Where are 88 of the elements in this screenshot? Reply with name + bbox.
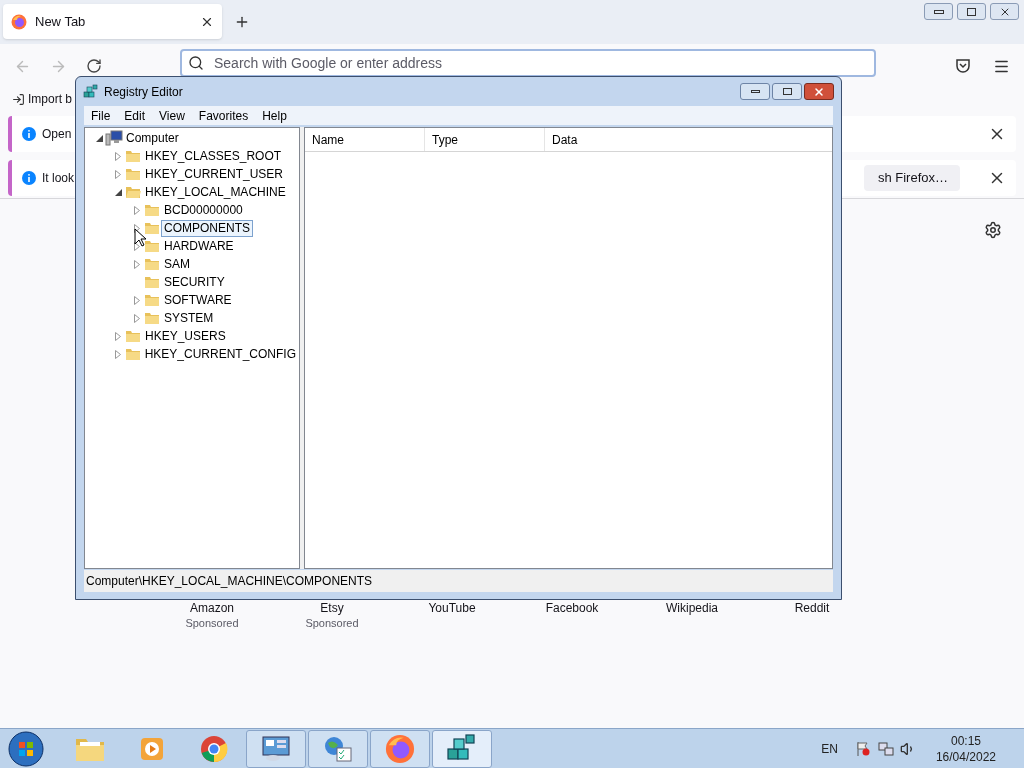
info-icon (22, 127, 36, 141)
globe-checklist-icon (323, 734, 353, 763)
status-bar: Computer\HKEY_LOCAL_MACHINE\COMPONENTS (84, 570, 833, 592)
column-header[interactable]: Type (425, 128, 545, 151)
folder-icon (125, 166, 141, 182)
control-panel-icon (261, 734, 291, 763)
browser-tab[interactable]: New Tab (3, 4, 222, 39)
menu-item[interactable]: File (91, 106, 111, 125)
tree-item[interactable]: SYSTEM (161, 309, 217, 327)
menu-item[interactable]: View (159, 106, 185, 125)
shortcut-label[interactable]: Reddit (794, 601, 830, 616)
clock-date[interactable]: 16/04/2022 (935, 748, 996, 765)
close-icon (813, 85, 825, 98)
menu-item[interactable]: Edit (124, 106, 146, 125)
sponsored-label: Sponsored (305, 616, 359, 631)
folder-icon (125, 328, 141, 344)
mouse-cursor-icon (134, 228, 146, 247)
collapsed-arrow-icon[interactable] (134, 223, 140, 233)
settings-icon[interactable] (984, 221, 1002, 239)
folder-icon (144, 310, 160, 326)
close-button[interactable] (990, 3, 1019, 20)
close-button[interactable] (804, 83, 834, 100)
computer-icon (105, 130, 123, 146)
flag-icon[interactable] (855, 740, 870, 757)
menu-item[interactable]: Help (262, 106, 287, 125)
media-player-icon (139, 735, 165, 762)
shortcut-label[interactable]: Etsy (320, 601, 344, 616)
window-title: Registry Editor (104, 83, 183, 101)
notification-message: It look (42, 170, 74, 187)
taskbar-button[interactable] (370, 729, 430, 768)
folder-icon (144, 256, 160, 272)
maximize-button[interactable] (772, 83, 802, 100)
tree-item[interactable]: Computer (123, 129, 182, 147)
column-header[interactable]: Data (545, 128, 832, 151)
minimize-button[interactable] (740, 83, 770, 100)
notification-message: Open (42, 126, 72, 143)
tree-item[interactable]: SAM (161, 255, 193, 273)
tree-item[interactable]: HKEY_USERS (142, 327, 229, 345)
taskbar-button[interactable] (246, 729, 306, 768)
address-bar[interactable]: Search with Google or enter address (180, 49, 876, 77)
search-icon (188, 55, 204, 71)
reload-icon[interactable] (86, 58, 102, 74)
folder-icon (124, 346, 141, 362)
sponsored-label: Sponsored (185, 616, 239, 631)
chrome-icon (200, 734, 228, 763)
tree-item[interactable]: BCD00000000 (161, 201, 246, 219)
tree-item[interactable]: SOFTWARE (161, 291, 235, 309)
folder-icon (144, 238, 160, 254)
taskbar-button[interactable] (308, 729, 368, 768)
shortcut-label[interactable]: Wikipedia (666, 601, 718, 616)
folder-icon (144, 292, 160, 308)
tree-item[interactable]: SECURITY (161, 273, 228, 291)
language-indicator[interactable]: EN (821, 739, 838, 758)
folder-icon (144, 202, 160, 218)
taskbar-button[interactable] (432, 729, 492, 768)
refresh-firefox-button[interactable]: sh Firefox… (863, 165, 960, 191)
cubes-icon (83, 83, 99, 100)
firefox-logo-icon (11, 13, 27, 30)
shortcut-label[interactable]: Facebook (545, 601, 599, 616)
expanded-arrow-icon[interactable] (95, 134, 103, 142)
folder-icon (144, 274, 160, 290)
folder-icon (125, 148, 141, 164)
pocket-icon[interactable] (955, 58, 971, 74)
firefox-logo-icon (385, 733, 415, 764)
folder-icon (144, 220, 160, 236)
shortcut-label[interactable]: Amazon (190, 601, 234, 616)
tree-item[interactable]: HKEY_CURRENT_CONFIG (141, 345, 299, 363)
new-tab-icon[interactable] (234, 14, 250, 30)
tree-item[interactable]: HKEY_CURRENT_USER (142, 165, 287, 183)
clock-time[interactable]: 00:15 (950, 732, 981, 749)
collapsed-arrow-icon[interactable] (134, 241, 140, 251)
import-link[interactable]: Import b (28, 90, 72, 108)
import-icon[interactable] (12, 92, 25, 106)
folder-icon (125, 184, 141, 200)
network-icon[interactable] (877, 740, 894, 757)
column-header[interactable]: Name (305, 128, 425, 151)
restore-button[interactable] (957, 3, 986, 20)
menu-item[interactable]: Favorites (198, 106, 249, 125)
info-icon (22, 171, 36, 185)
tree-item[interactable]: HKEY_LOCAL_MACHINE (142, 183, 289, 201)
tree-item[interactable]: HKEY_CLASSES_ROOT (142, 147, 285, 165)
shortcut-label[interactable]: YouTube (428, 601, 476, 616)
minimize-button[interactable] (924, 3, 953, 20)
tree-item[interactable]: COMPONENTS (161, 219, 253, 237)
expanded-arrow-icon[interactable] (114, 188, 122, 196)
tree-item[interactable]: HARDWARE (161, 237, 237, 255)
tab-title: New Tab (35, 12, 87, 31)
start-button[interactable] (6, 729, 46, 768)
